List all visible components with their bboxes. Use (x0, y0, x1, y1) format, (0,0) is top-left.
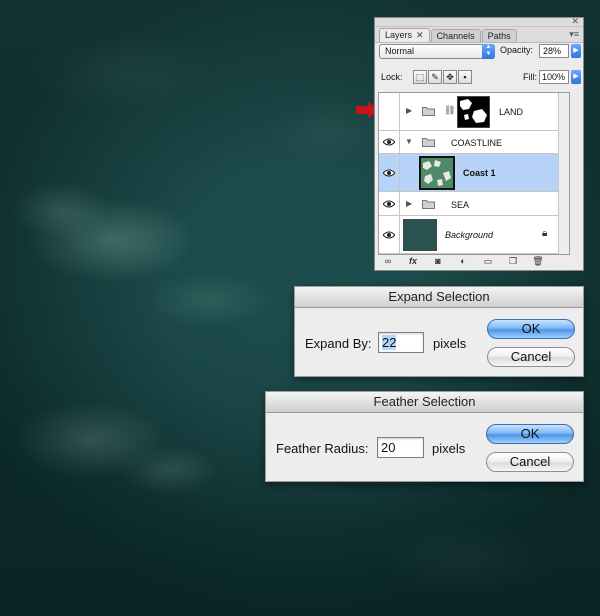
feather-selection-dialog: Feather Selection Feather Radius: 20 pix… (265, 391, 584, 482)
lock-position-icon[interactable]: ✥ (443, 70, 457, 84)
expand-by-value: 22 (382, 335, 397, 350)
visibility-toggle[interactable] (379, 131, 400, 153)
eye-icon (383, 138, 395, 146)
layer-name: SEA (451, 200, 470, 210)
collapse-triangle-icon[interactable]: ▼ (405, 137, 413, 146)
mask-icon[interactable]: ◙ (428, 255, 448, 267)
adjustment-icon[interactable]: ◐ (453, 255, 473, 267)
mask-link-icon[interactable]: ⛓ (444, 105, 455, 116)
visibility-toggle[interactable] (379, 192, 400, 215)
folder-icon (422, 200, 435, 209)
feather-cancel-button[interactable]: Cancel (486, 452, 574, 472)
layer-row-background[interactable]: Background 🔒︎ (379, 216, 569, 254)
layers-panel: ✕ Layers ✕ Channels Paths ▾≡ Normal ▲ ▼ Op… (374, 16, 584, 271)
layer-row-land[interactable]: ▶ ⛓ LAND (379, 93, 569, 131)
eye-icon (383, 200, 395, 208)
select-arrows-icon: ▲ ▼ (482, 44, 495, 59)
layer-row-coast-1[interactable]: Coast 1 (379, 154, 569, 192)
visibility-toggle[interactable] (379, 154, 400, 191)
lock-icon: 🔒︎ (542, 228, 548, 239)
layer-name: Background (445, 230, 494, 240)
expand-triangle-icon[interactable]: ▶ (406, 199, 412, 208)
panel-bottom-bar: ∞ fx ◙ ◐ ▭ ❐ 🗑︎ (378, 254, 580, 268)
dialog-title[interactable]: Feather Selection (266, 392, 583, 413)
dialog-title[interactable]: Expand Selection (295, 287, 583, 308)
feather-radius-input[interactable]: 20 (377, 437, 424, 458)
folder-icon (422, 107, 435, 116)
blend-mode-value: Normal (385, 46, 415, 56)
tab-channels[interactable]: Channels (430, 29, 481, 42)
expand-unit-label: pixels (433, 336, 467, 351)
tab-paths[interactable]: Paths (481, 29, 517, 42)
tab-channels-label: Channels (436, 31, 475, 41)
feather-ok-button[interactable]: OK (486, 424, 574, 444)
tab-layers-label: Layers (385, 30, 413, 40)
layer-name: Coast 1 (463, 168, 496, 178)
eye-icon (383, 231, 395, 239)
fx-icon[interactable]: fx (403, 255, 423, 267)
expand-by-input[interactable]: 22 (378, 332, 424, 353)
panel-close-icon[interactable]: ✕ (571, 16, 579, 26)
layer-name: LAND (499, 107, 524, 117)
link-icon[interactable]: ∞ (378, 255, 398, 267)
new-group-icon[interactable]: ▭ (478, 255, 498, 267)
panel-tabs: Layers ✕ Channels Paths ▾≡ (375, 27, 583, 43)
land-mask-thumbnail[interactable] (457, 96, 490, 128)
expand-ok-button[interactable]: OK (487, 319, 575, 339)
expand-by-label: Expand By: (305, 336, 372, 351)
background-thumbnail[interactable] (403, 219, 437, 251)
fill-label: Fill: (523, 72, 537, 82)
layer-list: ▶ ⛓ LAND ▼ COASTLINE Coast 1 ▶ SEA Backg… (378, 92, 570, 255)
lock-label: Lock: (381, 72, 403, 82)
layer-row-coastline[interactable]: ▼ COASTLINE (379, 131, 569, 154)
feather-radius-label: Feather Radius: (276, 441, 369, 456)
panel-titlebar[interactable]: ✕ (375, 16, 583, 27)
feather-radius-value: 20 (381, 440, 396, 455)
panel-menu-icon[interactable]: ▾≡ (569, 29, 579, 40)
tab-close-icon[interactable]: ✕ (416, 30, 424, 40)
layer-list-scrollbar[interactable] (558, 93, 569, 254)
tab-layers[interactable]: Layers ✕ (379, 28, 430, 42)
folder-icon (422, 138, 435, 147)
opacity-input[interactable]: 28% (539, 44, 569, 58)
feather-unit-label: pixels (432, 441, 466, 456)
lock-all-icon[interactable]: ▪ (458, 70, 472, 84)
fill-slider-arrow-icon[interactable]: ▶ (571, 70, 581, 84)
fill-input[interactable]: 100% (539, 70, 569, 84)
tab-paths-label: Paths (487, 31, 511, 41)
coast-1-thumbnail[interactable] (419, 156, 455, 190)
opacity-slider-arrow-icon[interactable]: ▶ (571, 44, 581, 58)
trash-icon[interactable]: 🗑︎ (528, 255, 548, 267)
layer-row-sea[interactable]: ▶ SEA (379, 192, 569, 216)
new-layer-icon[interactable]: ❐ (503, 255, 523, 267)
expand-cancel-button[interactable]: Cancel (487, 347, 575, 367)
opacity-label: Opacity: (500, 45, 534, 55)
eye-icon (383, 169, 395, 177)
lock-transparency-icon[interactable]: ⬚ (413, 70, 427, 84)
layer-name: COASTLINE (451, 138, 503, 148)
expand-selection-dialog: Expand Selection Expand By: 22 pixels OK… (294, 286, 584, 377)
expand-triangle-icon[interactable]: ▶ (406, 106, 412, 115)
blend-mode-select[interactable]: Normal ▲ ▼ (379, 44, 495, 59)
visibility-toggle[interactable] (379, 93, 400, 130)
visibility-toggle[interactable] (379, 216, 400, 253)
lock-pixels-icon[interactable]: ✎ (428, 70, 442, 84)
